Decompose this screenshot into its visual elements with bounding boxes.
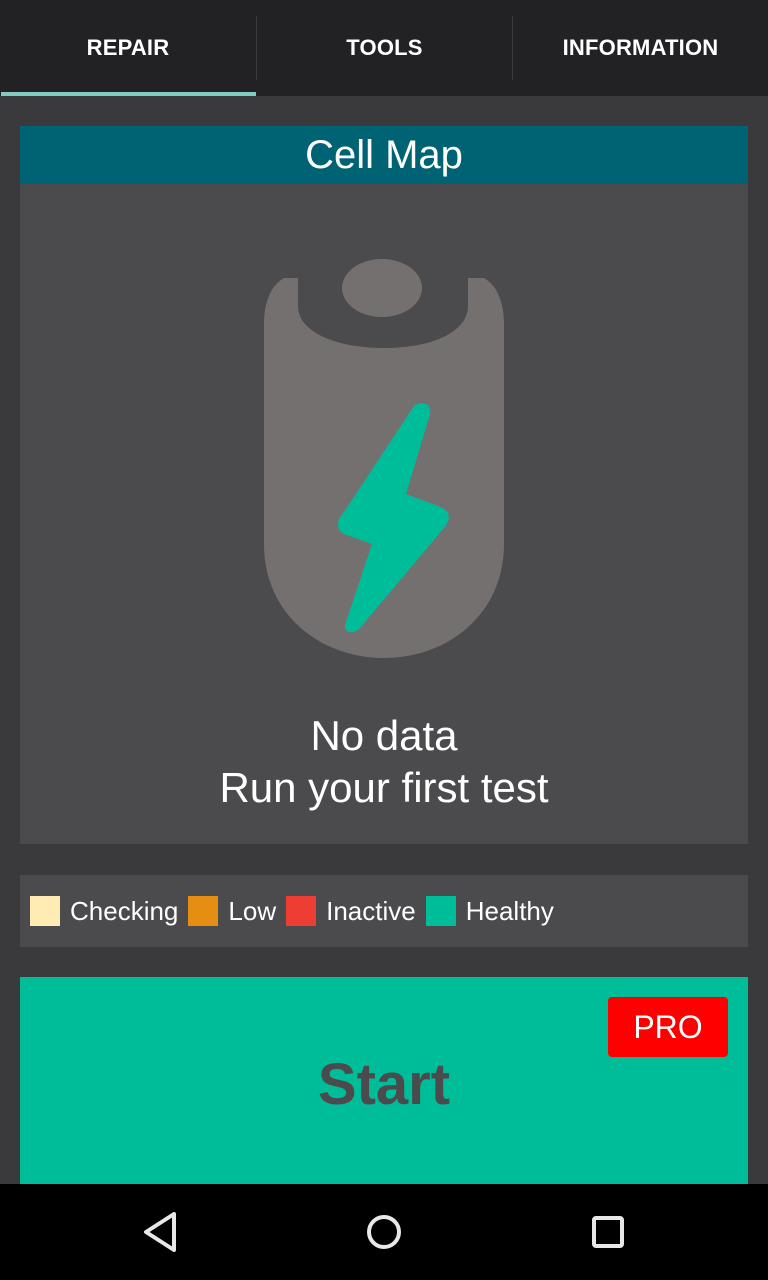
recents-icon[interactable] bbox=[578, 1202, 638, 1262]
no-data-message: No data bbox=[310, 712, 458, 759]
tab-information-label: INFORMATION bbox=[562, 35, 719, 60]
legend-swatch-healthy bbox=[425, 896, 456, 926]
legend-label-checking: Checking bbox=[70, 895, 179, 926]
legend-swatch-inactive bbox=[286, 896, 317, 926]
pro-badge: PRO bbox=[608, 997, 728, 1057]
tab-bar: REPAIR TOOLS INFORMATION bbox=[0, 0, 768, 96]
legend-label-inactive: Inactive bbox=[326, 895, 416, 926]
legend-swatch-checking bbox=[30, 896, 60, 926]
home-icon[interactable] bbox=[354, 1202, 414, 1262]
run-test-message: Run your first test bbox=[219, 764, 549, 811]
tab-repair[interactable]: REPAIR bbox=[0, 0, 256, 96]
start-button[interactable]: Start PRO bbox=[20, 977, 748, 1184]
legend-label-healthy: Healthy bbox=[465, 895, 554, 926]
legend-label-low: Low bbox=[228, 895, 277, 926]
battery-charging-icon bbox=[264, 259, 504, 658]
back-icon[interactable] bbox=[130, 1202, 190, 1262]
legend-swatch-low bbox=[188, 896, 219, 926]
cell-map-title: Cell Map bbox=[20, 126, 748, 184]
tab-information[interactable]: INFORMATION bbox=[513, 0, 768, 96]
cell-map-card: Cell Map No data Run your first test bbox=[20, 126, 748, 844]
tab-repair-label: REPAIR bbox=[86, 35, 170, 60]
system-nav-bar bbox=[0, 1184, 768, 1280]
tab-tools[interactable]: TOOLS bbox=[257, 0, 512, 96]
legend: Checking Low Inactive Healthy bbox=[20, 875, 748, 947]
tab-tools-label: TOOLS bbox=[346, 35, 423, 60]
tab-selected-indicator bbox=[1, 92, 256, 96]
